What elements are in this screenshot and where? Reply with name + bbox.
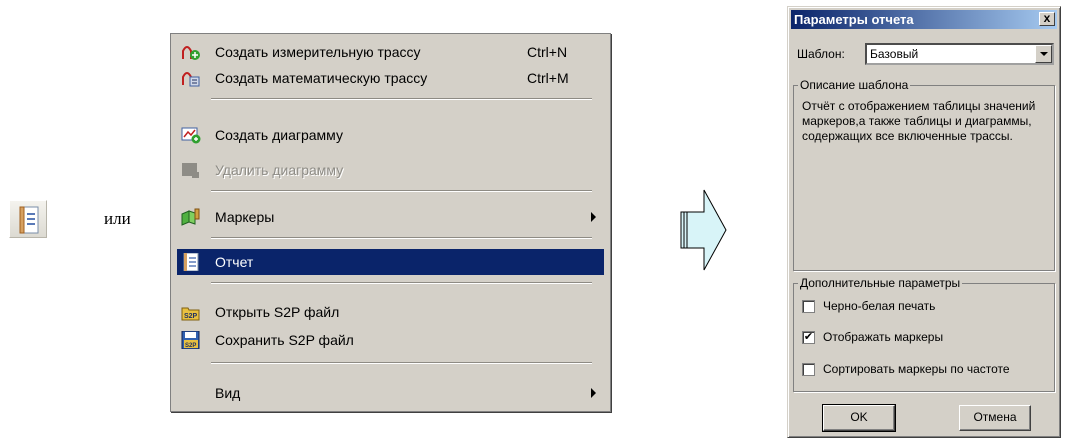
menu-item-label: Открыть S2P файл	[215, 304, 340, 320]
ok-button[interactable]: OK	[822, 404, 896, 432]
menu-item-create-chart[interactable]: Создать диаграмму	[177, 122, 604, 148]
option-label: Сортировать маркеры по частоте	[823, 362, 1010, 376]
checkbox[interactable]	[802, 362, 815, 376]
close-icon: x	[1043, 11, 1051, 25]
option-sort-markers[interactable]: Сортировать маркеры по частоте	[802, 362, 1010, 376]
checkbox-checked[interactable]: ✔	[802, 330, 815, 344]
menu-item-label: Маркеры	[215, 209, 275, 225]
menu-item-label: Вид	[215, 385, 241, 401]
extra-params-group: Дополнительные параметры Черно-белая печ…	[793, 276, 1055, 392]
template-select-value: Базовый	[870, 47, 919, 61]
svg-text:S2P: S2P	[184, 313, 198, 320]
menu-item-markers[interactable]: Маркеры	[177, 204, 604, 230]
menu-item-label: Создать измерительную трассу	[215, 44, 421, 60]
close-button[interactable]: x	[1039, 12, 1055, 26]
dialog-title: Параметры отчета	[794, 12, 914, 27]
checkbox[interactable]	[802, 299, 815, 313]
submenu-arrow-icon	[591, 212, 596, 222]
report-icon	[183, 253, 199, 271]
submenu-arrow-icon	[591, 388, 596, 398]
menu-item-save-s2p[interactable]: S2P Сохранить S2P файл	[177, 327, 604, 353]
context-menu: Создать измерительную трассу Ctrl+N Созд…	[170, 33, 611, 412]
menu-item-delete-chart[interactable]: Удалить диаграмму	[177, 157, 604, 183]
markers-icon	[181, 208, 200, 226]
template-label: Шаблон:	[797, 47, 845, 61]
menu-item-label: Удалить диаграмму	[215, 162, 344, 178]
menu-item-create-math-trace[interactable]: Создать математическую трассу Ctrl+M	[177, 65, 604, 91]
delete-chart-icon	[182, 163, 199, 178]
menu-separator	[211, 282, 592, 284]
option-label: Черно-белая печать	[823, 299, 936, 313]
report-toolbar-button[interactable]	[9, 200, 47, 238]
menu-item-shortcut: Ctrl+M	[527, 70, 569, 86]
svg-text:S2P: S2P	[185, 343, 196, 349]
open-s2p-icon: S2P	[181, 307, 200, 321]
report-icon	[19, 206, 39, 234]
menu-item-label: Создать математическую трассу	[215, 70, 428, 86]
dropdown-arrow-icon[interactable]	[1035, 45, 1052, 63]
menu-item-label: Создать диаграмму	[215, 127, 343, 143]
menu-item-report[interactable]: Отчет	[177, 249, 604, 275]
math-trace-icon	[182, 72, 200, 87]
menu-separator	[211, 237, 592, 239]
description-group: Описание шаблона Отчёт с отображением та…	[793, 78, 1055, 271]
save-s2p-icon: S2P	[181, 331, 200, 349]
option-label: Отображать маркеры	[823, 330, 944, 344]
menu-item-shortcut: Ctrl+N	[527, 44, 568, 60]
option-show-markers[interactable]: ✔ Отображать маркеры	[802, 330, 943, 344]
menu-item-label: Сохранить S2P файл	[215, 332, 354, 348]
extra-params-legend: Дополнительные параметры	[798, 276, 963, 290]
description-text: Отчёт с отображением таблицы значений ма…	[802, 99, 1036, 143]
menu-separator	[211, 190, 592, 192]
right-arrow-icon	[680, 189, 727, 271]
description-legend: Описание шаблона	[798, 78, 911, 92]
option-bw-print[interactable]: Черно-белая печать	[802, 299, 935, 313]
or-text: или	[104, 209, 131, 228]
menu-separator	[211, 362, 592, 364]
template-select[interactable]: Базовый	[865, 43, 1054, 65]
menu-item-create-measurement-trace[interactable]: Создать измерительную трассу Ctrl+N	[177, 39, 604, 65]
report-params-dialog: Параметры отчета x Шаблон: Базовый Описа…	[787, 6, 1061, 438]
measurement-trace-icon	[182, 46, 200, 60]
menu-item-label: Отчет	[215, 254, 254, 270]
cancel-button[interactable]: Отмена	[959, 405, 1031, 431]
create-chart-icon	[181, 127, 201, 144]
menu-separator	[211, 98, 592, 100]
menu-item-open-s2p[interactable]: S2P Открыть S2P файл	[177, 299, 604, 325]
dialog-titlebar[interactable]: Параметры отчета x	[791, 10, 1057, 29]
menu-item-view[interactable]: Вид	[177, 380, 604, 406]
